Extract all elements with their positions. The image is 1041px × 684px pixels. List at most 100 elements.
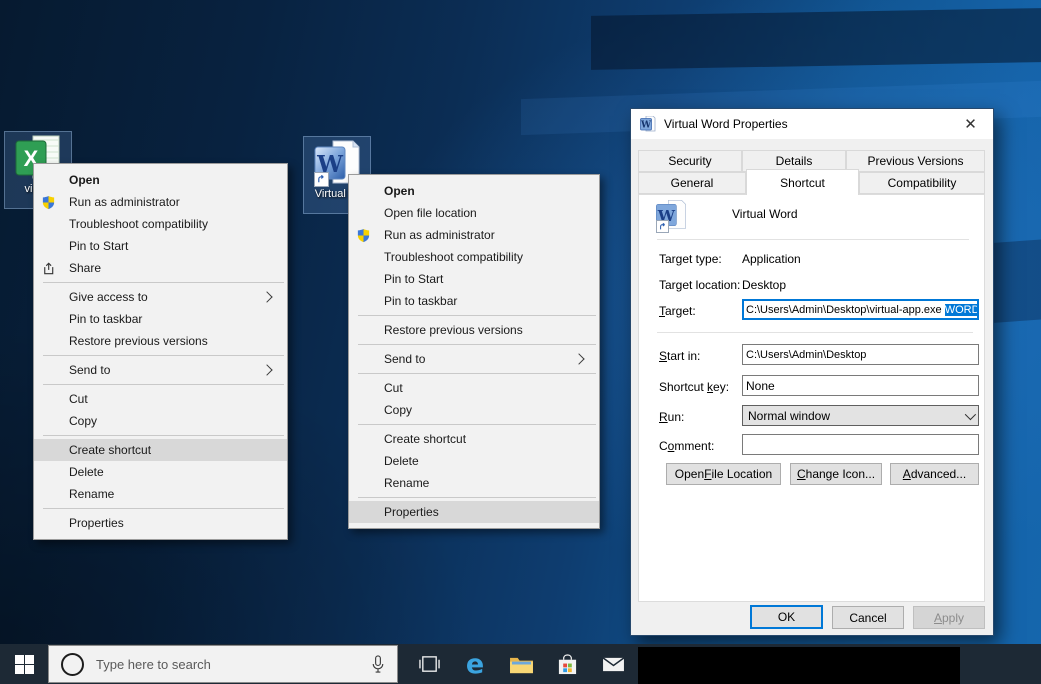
menu-item-label: Copy bbox=[384, 403, 412, 417]
menu-item-label: Run as administrator bbox=[384, 228, 495, 242]
menu-icon-spacer bbox=[40, 515, 56, 531]
mail-icon bbox=[602, 655, 625, 674]
start-in-input[interactable]: C:\Users\Admin\Desktop bbox=[742, 344, 979, 365]
menu-item-pin-to-taskbar[interactable]: Pin to taskbar bbox=[34, 308, 287, 330]
tab-general[interactable]: General bbox=[638, 172, 746, 194]
menu-item-label: Create shortcut bbox=[384, 432, 466, 446]
task-view-button[interactable] bbox=[406, 644, 452, 684]
menu-item-label: Share bbox=[69, 261, 101, 275]
target-label: Target: bbox=[659, 304, 696, 318]
menu-item-copy[interactable]: Copy bbox=[34, 410, 287, 432]
menu-item-label: Run as administrator bbox=[69, 195, 180, 209]
tab-previous-versions[interactable]: Previous Versions bbox=[846, 150, 985, 172]
menu-icon-spacer bbox=[355, 249, 371, 265]
tab-shortcut[interactable]: Shortcut bbox=[746, 169, 859, 195]
cancel-button[interactable]: Cancel bbox=[832, 606, 904, 629]
close-icon[interactable]: ✕ bbox=[948, 109, 993, 138]
menu-item-troubleshoot-compatibility[interactable]: Troubleshoot compatibility bbox=[34, 213, 287, 235]
shortcut-key-input[interactable]: None bbox=[742, 375, 979, 396]
menu-item-label: Delete bbox=[384, 454, 419, 468]
chevron-down-icon bbox=[965, 408, 976, 419]
start-button[interactable] bbox=[0, 644, 48, 684]
menu-item-label: Create shortcut bbox=[69, 443, 151, 457]
menu-item-label: Rename bbox=[384, 476, 429, 490]
apply-button[interactable]: Apply bbox=[913, 606, 985, 629]
taskbar-black-region bbox=[638, 647, 960, 684]
menu-item-restore-previous-versions[interactable]: Restore previous versions bbox=[34, 330, 287, 352]
menu-icon-spacer bbox=[40, 289, 56, 305]
menu-item-pin-to-start[interactable]: Pin to Start bbox=[349, 268, 599, 290]
menu-item-label: Cut bbox=[69, 392, 88, 406]
menu-item-pin-to-start[interactable]: Pin to Start bbox=[34, 235, 287, 257]
menu-item-create-shortcut[interactable]: Create shortcut bbox=[349, 428, 599, 450]
menu-icon-spacer bbox=[40, 442, 56, 458]
tab-security[interactable]: Security bbox=[638, 150, 742, 172]
taskbar-search-box[interactable] bbox=[48, 645, 398, 683]
target-text: C:\Users\Admin\Desktop\virtual-app.exe bbox=[746, 304, 945, 316]
target-input[interactable]: C:\Users\Admin\Desktop\virtual-app.exe W… bbox=[742, 299, 979, 320]
svg-text:W: W bbox=[640, 121, 652, 131]
dialog-titlebar[interactable]: W Virtual Word Properties ✕ bbox=[631, 109, 993, 139]
menu-item-label: Pin to taskbar bbox=[384, 294, 457, 308]
menu-item-copy[interactable]: Copy bbox=[349, 399, 599, 421]
menu-item-create-shortcut[interactable]: Create shortcut bbox=[34, 439, 287, 461]
change-icon-button[interactable]: Change Icon... bbox=[790, 463, 882, 485]
open-file-location-button[interactable]: Open File Location bbox=[666, 463, 781, 485]
menu-item-open[interactable]: Open bbox=[34, 169, 287, 191]
comment-input[interactable] bbox=[742, 434, 979, 455]
run-dropdown[interactable]: Normal window bbox=[742, 405, 979, 426]
menu-item-open[interactable]: Open bbox=[349, 180, 599, 202]
menu-separator bbox=[43, 355, 284, 356]
ok-button[interactable]: OK bbox=[750, 605, 823, 629]
dialog-title: Virtual Word Properties bbox=[664, 117, 788, 131]
menu-item-restore-previous-versions[interactable]: Restore previous versions bbox=[349, 319, 599, 341]
tab-compatibility[interactable]: Compatibility bbox=[859, 172, 985, 194]
microphone-icon[interactable] bbox=[371, 655, 385, 674]
menu-item-properties[interactable]: Properties bbox=[349, 501, 599, 523]
menu-item-open-file-location[interactable]: Open file location bbox=[349, 202, 599, 224]
menu-item-troubleshoot-compatibility[interactable]: Troubleshoot compatibility bbox=[349, 246, 599, 268]
menu-icon-spacer bbox=[355, 183, 371, 199]
menu-separator bbox=[43, 508, 284, 509]
menu-separator bbox=[43, 384, 284, 385]
advanced-button[interactable]: Advanced... bbox=[890, 463, 979, 485]
menu-item-cut[interactable]: Cut bbox=[34, 388, 287, 410]
menu-item-delete[interactable]: Delete bbox=[349, 450, 599, 472]
menu-item-send-to[interactable]: Send to bbox=[34, 359, 287, 381]
menu-icon-spacer bbox=[40, 216, 56, 232]
store-button[interactable] bbox=[544, 644, 590, 684]
search-input[interactable] bbox=[94, 656, 365, 673]
target-type-value: Application bbox=[742, 252, 801, 266]
menu-item-label: Pin to Start bbox=[69, 239, 128, 253]
menu-separator bbox=[43, 435, 284, 436]
menu-item-label: Properties bbox=[69, 516, 124, 530]
divider bbox=[657, 332, 973, 333]
menu-icon-spacer bbox=[355, 205, 371, 221]
shortcut-arrow-overlay-icon bbox=[656, 220, 669, 233]
menu-item-rename[interactable]: Rename bbox=[349, 472, 599, 494]
file-explorer-button[interactable] bbox=[498, 644, 544, 684]
properties-dialog: W Virtual Word Properties ✕ Security Det… bbox=[630, 108, 994, 636]
menu-icon-spacer bbox=[355, 453, 371, 469]
menu-item-send-to[interactable]: Send to bbox=[349, 348, 599, 370]
menu-item-share[interactable]: Share bbox=[34, 257, 287, 279]
menu-separator bbox=[358, 424, 596, 425]
menu-item-rename[interactable]: Rename bbox=[34, 483, 287, 505]
menu-item-run-as-administrator[interactable]: Run as administrator bbox=[34, 191, 287, 213]
shield-icon bbox=[355, 227, 371, 243]
mail-button[interactable] bbox=[590, 644, 636, 684]
shortcut-arrow-overlay-icon bbox=[314, 172, 329, 187]
menu-icon-spacer bbox=[355, 380, 371, 396]
menu-item-label: Send to bbox=[384, 352, 425, 366]
menu-item-properties[interactable]: Properties bbox=[34, 512, 287, 534]
menu-item-pin-to-taskbar[interactable]: Pin to taskbar bbox=[349, 290, 599, 312]
shortcut-key-text: None bbox=[746, 379, 775, 393]
menu-item-delete[interactable]: Delete bbox=[34, 461, 287, 483]
target-type-label: Target type: bbox=[659, 252, 722, 266]
submenu-chevron-icon bbox=[261, 291, 272, 302]
menu-item-give-access-to[interactable]: Give access to bbox=[34, 286, 287, 308]
menu-separator bbox=[358, 315, 596, 316]
edge-button[interactable]: e bbox=[452, 644, 498, 684]
menu-item-run-as-administrator[interactable]: Run as administrator bbox=[349, 224, 599, 246]
menu-item-cut[interactable]: Cut bbox=[349, 377, 599, 399]
